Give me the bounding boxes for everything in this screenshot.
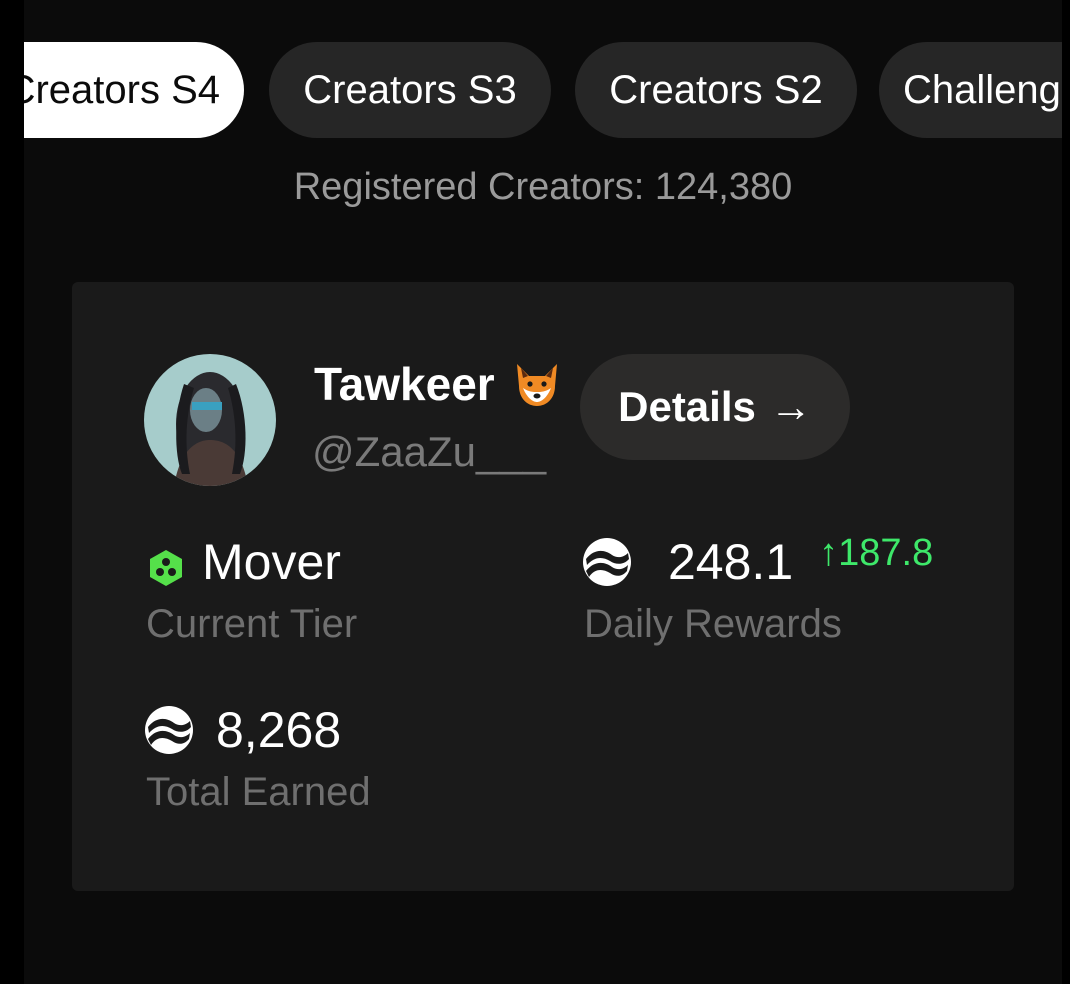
coin-icon: [144, 705, 194, 755]
details-button-label: Details: [618, 383, 756, 430]
creator-handle: @ZaaZu___: [312, 428, 547, 475]
tab-creators-s2[interactable]: Creators S2: [575, 42, 857, 138]
fox-icon: [511, 358, 563, 410]
tab-challenge[interactable]: Challeng: [879, 42, 1062, 138]
registered-creators-count: Registered Creators: 124,380: [293, 166, 793, 208]
total-earned-label: Total Earned: [146, 770, 371, 814]
coin-icon: [582, 537, 632, 587]
arrow-right-icon: →: [769, 383, 812, 430]
window-edge: [1062, 0, 1070, 984]
season-tabs: Creators S4 Creators S3 Creators S2 Chal…: [24, 42, 1062, 138]
daily-rewards-number: 248.1: [668, 534, 794, 590]
total-earned-number: 8,268: [216, 702, 342, 758]
app-frame: Creators S4 Creators S3 Creators S2 Chal…: [24, 0, 1062, 984]
daily-rewards-value: 248.1 ↑187.8: [582, 530, 933, 594]
creator-card: Tawkeer @ZaaZu___ Details → Mover Curren…: [72, 282, 1014, 891]
total-earned-value: 8,268: [144, 698, 341, 762]
hexagon-tier-icon: [146, 542, 186, 586]
details-button[interactable]: Details →: [580, 354, 850, 460]
tab-creators-s3[interactable]: Creators S3: [269, 42, 551, 138]
current-tier-value: Mover: [146, 530, 341, 594]
tab-creators-s4[interactable]: Creators S4: [24, 42, 244, 138]
creator-name: Tawkeer: [314, 358, 495, 410]
daily-rewards-label: Daily Rewards: [584, 602, 842, 646]
avatar[interactable]: [144, 354, 276, 486]
tier-name: Mover: [202, 534, 341, 590]
creator-name-row: Tawkeer: [314, 352, 563, 416]
current-tier-label: Current Tier: [146, 602, 358, 646]
daily-rewards-delta: ↑187.8: [819, 532, 934, 574]
